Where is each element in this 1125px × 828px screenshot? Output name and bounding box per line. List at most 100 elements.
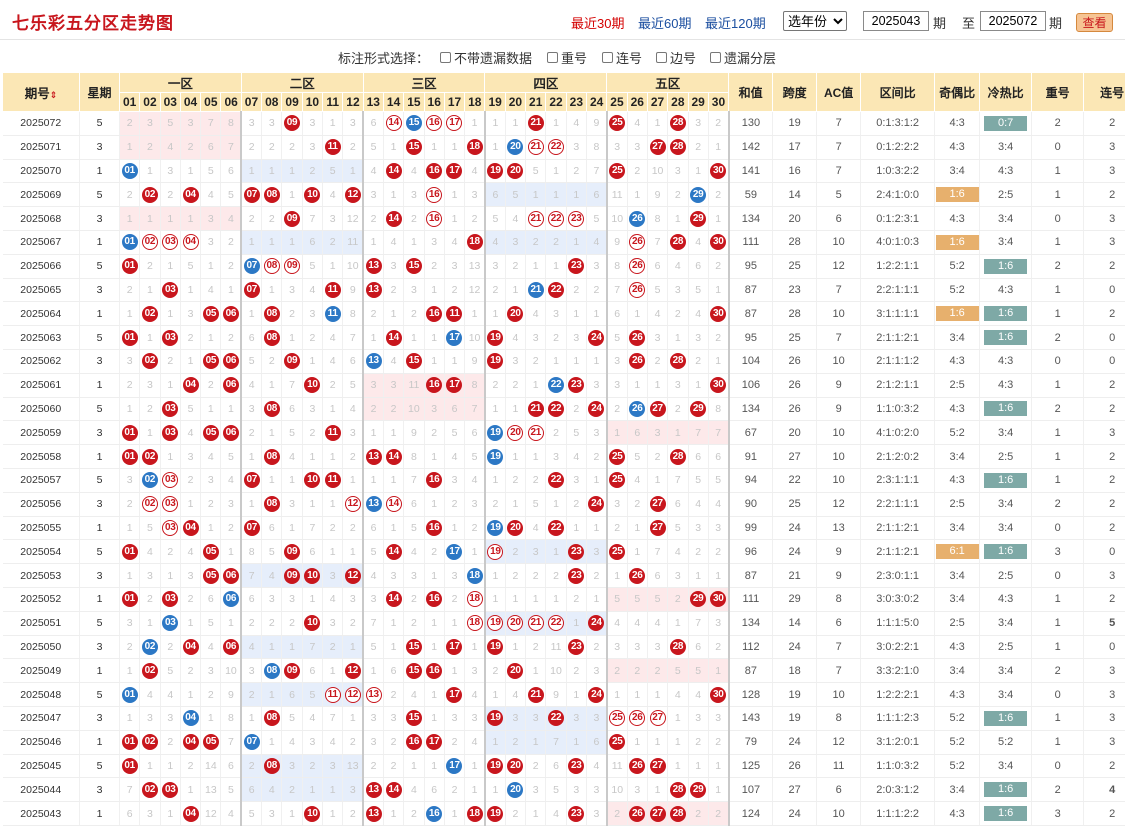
ball: 22 bbox=[548, 377, 565, 394]
number-cell: 3 bbox=[363, 730, 384, 755]
ball: 14 bbox=[385, 781, 402, 798]
option-consecutive[interactable]: 连号 bbox=[602, 48, 642, 67]
ball: 22 bbox=[548, 710, 565, 727]
zone-ratio-cell: 2:1:2:0:2 bbox=[860, 444, 936, 469]
number-cell: 1 bbox=[627, 373, 648, 398]
consec-cell: 2 bbox=[1083, 373, 1125, 398]
number-cell: 05 bbox=[200, 301, 222, 327]
number-cell: 4 bbox=[200, 444, 222, 469]
number-cell: 3 bbox=[586, 539, 608, 565]
checkbox-icon[interactable] bbox=[440, 52, 451, 63]
number-cell: 20 bbox=[505, 301, 527, 327]
issue-label: 期 bbox=[933, 16, 947, 31]
number-cell: 4 bbox=[200, 278, 222, 303]
number-cell: 26 bbox=[627, 349, 648, 374]
view-button[interactable]: 查看 bbox=[1076, 13, 1113, 32]
number-cell: 2 bbox=[667, 397, 689, 422]
number-cell: 6 bbox=[647, 563, 669, 588]
ac-cell: 8 bbox=[816, 706, 862, 731]
repeat-cell: 0 bbox=[1031, 563, 1085, 588]
range-60-link[interactable]: 最近60期 bbox=[638, 13, 691, 32]
range-30-link[interactable]: 最近30期 bbox=[571, 13, 624, 32]
number-cell: 12 bbox=[342, 563, 365, 588]
ac-cell: 9 bbox=[816, 373, 862, 398]
zone-ratio-cell: 0:1:2:2:2 bbox=[860, 135, 936, 160]
option-omission-layer[interactable]: 遗漏分层 bbox=[710, 48, 776, 67]
ball: 30 bbox=[710, 377, 727, 394]
to-issue-input[interactable] bbox=[980, 11, 1046, 31]
number-cell: 25 bbox=[606, 468, 628, 493]
ball: 07 bbox=[243, 186, 260, 203]
ball: 05 bbox=[202, 424, 219, 441]
sum-cell: 96 bbox=[728, 539, 774, 565]
number-cell: 5 bbox=[363, 635, 384, 660]
number-cell: 19 bbox=[484, 754, 506, 779]
number-cell: 03 bbox=[160, 278, 181, 303]
year-select[interactable]: 选年份 bbox=[783, 11, 847, 31]
number-cell: 3 bbox=[444, 706, 466, 731]
number-cell: 18 bbox=[464, 135, 487, 160]
ball: 19 bbox=[487, 424, 504, 441]
ball: 16 bbox=[426, 305, 443, 322]
ball: 24 bbox=[588, 329, 605, 346]
number-cell: 5 bbox=[688, 278, 709, 303]
number-cell: 15 bbox=[403, 706, 425, 731]
number-cell: 2 bbox=[342, 444, 365, 469]
option-repeat[interactable]: 重号 bbox=[547, 48, 587, 67]
ball: 16 bbox=[426, 210, 443, 227]
hot-cold-cell: 3:4 bbox=[979, 492, 1033, 517]
ball: 04 bbox=[182, 710, 199, 727]
checkbox-icon[interactable] bbox=[602, 52, 613, 63]
number-cell: 1 bbox=[444, 206, 466, 231]
number-cell: 2 bbox=[342, 801, 365, 826]
number-cell: 3 bbox=[342, 111, 365, 136]
checkbox-icon[interactable] bbox=[547, 52, 558, 63]
ball: 03 bbox=[162, 281, 179, 298]
ball: 11 bbox=[324, 305, 341, 322]
number-cell: 2 bbox=[180, 754, 202, 779]
issue-header[interactable]: 期号⇕ bbox=[2, 72, 80, 112]
option-edge[interactable]: 边号 bbox=[656, 48, 696, 67]
hot-cold-cell: 4:3 bbox=[979, 349, 1033, 374]
number-cell: 1 bbox=[363, 468, 384, 493]
ball: 10 bbox=[304, 186, 321, 203]
ball: 19 bbox=[487, 353, 504, 370]
ball: 12 bbox=[344, 496, 361, 513]
checkbox-icon[interactable] bbox=[710, 52, 721, 63]
number-cell: 17 bbox=[444, 159, 466, 184]
zone-ratio-cell: 1:1:1:2:3 bbox=[860, 706, 936, 731]
number-cell: 4 bbox=[464, 730, 487, 755]
option-no-omission[interactable]: 不带遗漏数据 bbox=[440, 48, 532, 67]
number-cell: 2 bbox=[281, 611, 303, 636]
number-cell: 1 bbox=[525, 730, 547, 755]
issue-cell: 2025060 bbox=[2, 397, 80, 422]
number-cell: 5 bbox=[484, 206, 506, 231]
ball: 14 bbox=[385, 543, 402, 560]
number-cell: 04 bbox=[180, 230, 202, 255]
checkbox-icon[interactable] bbox=[656, 52, 667, 63]
sort-icon[interactable]: ⇕ bbox=[50, 90, 58, 100]
ac-cell: 7 bbox=[816, 111, 862, 136]
number-cell: 01 bbox=[119, 325, 141, 350]
from-issue-input[interactable] bbox=[863, 11, 929, 31]
number-cell: 1 bbox=[627, 182, 648, 208]
number-cell: 1 bbox=[667, 706, 689, 731]
range-120-link[interactable]: 最近120期 bbox=[705, 13, 766, 32]
ball: 01 bbox=[121, 162, 138, 179]
number-cell: 15 bbox=[403, 658, 425, 684]
ball: 13 bbox=[365, 448, 382, 465]
number-cell: 2 bbox=[403, 611, 425, 636]
number-cell: 1 bbox=[119, 206, 141, 231]
ball: 03 bbox=[162, 329, 179, 346]
number-cell: 3 bbox=[525, 539, 547, 565]
hot-cold-value: 3:4 bbox=[997, 426, 1014, 439]
odd-even-value: 1:6 bbox=[935, 306, 979, 322]
ball: 01 bbox=[121, 424, 138, 441]
number-cell: 3 bbox=[363, 706, 384, 731]
number-cell: 2 bbox=[342, 730, 365, 755]
number-cell: 1 bbox=[647, 468, 669, 493]
number-cell: 3 bbox=[505, 349, 527, 374]
number-cell: 2 bbox=[545, 230, 567, 255]
ball: 26 bbox=[629, 234, 646, 251]
weekday-cell: 5 bbox=[79, 397, 120, 422]
